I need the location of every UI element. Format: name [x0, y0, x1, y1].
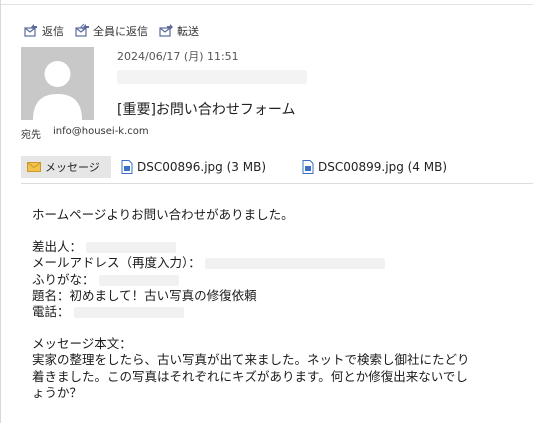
sender-field-label: 差出人： — [32, 239, 83, 255]
email-field: メールアドレス（再度入力）： — [32, 255, 527, 271]
email-reading-pane: 返信 全員に返信 転送 2024/06/17 (月) 11:51 [重要]お問い… — [0, 0, 533, 423]
body-intro: ホームページよりお問い合わせがありました。 — [32, 207, 294, 222]
reply-all-icon — [75, 23, 89, 37]
message-subject: [重要]お問い合わせフォーム — [117, 102, 296, 118]
furigana-field: ふりがな： — [32, 272, 527, 288]
redacted-value — [86, 242, 176, 254]
reply-all-label: 全員に返信 — [93, 25, 148, 38]
reply-icon — [24, 24, 37, 37]
redacted-value — [204, 258, 385, 270]
title-field: 題名：初めまして！古い写真の修復依頼 — [32, 287, 257, 303]
email-field-label: メールアドレス（再度入力）： — [32, 255, 201, 271]
reply-label: 返信 — [42, 25, 64, 38]
image-file-icon — [302, 160, 314, 174]
image-file-icon — [121, 160, 133, 174]
message-text-line: ょうか？ — [32, 384, 83, 400]
attachment-item[interactable]: DSC00896.jpg (3 MB) — [121, 160, 266, 174]
phone-field: 電話： — [32, 304, 527, 320]
attachment-divider — [21, 183, 533, 184]
top-divider — [1, 4, 533, 5]
sender-avatar — [21, 47, 94, 120]
message-text-line: 実家の整理をしたら、古い写真が出て来ました。ネットで検索し御社にたどり — [32, 352, 470, 368]
attachment-bar: メッセージ DSC00896.jpg (3 MB) DSC00899.jpg (… — [21, 156, 447, 178]
redacted-value — [98, 274, 179, 286]
message-toolbar: 返信 全員に返信 転送 — [23, 23, 199, 39]
attachment-name: DSC00899.jpg (4 MB) — [318, 160, 448, 174]
redacted-value — [73, 307, 184, 319]
to-address[interactable]: info@housei-k.com — [53, 126, 149, 141]
message-text-line: 着きました。この写真はそれぞれにキズがあります。何とか修復出来ないでし — [32, 368, 468, 384]
message-label: メッセージ本文： — [32, 336, 132, 352]
attachment-name: DSC00896.jpg (3 MB) — [137, 160, 267, 174]
forward-label: 転送 — [177, 25, 199, 38]
message-tab-label: メッセージ — [45, 161, 100, 174]
sender-field: 差出人： — [32, 239, 527, 255]
furigana-field-label: ふりがな： — [32, 271, 95, 287]
person-icon — [21, 47, 94, 120]
reply-button[interactable]: 返信 — [23, 23, 64, 39]
sent-date: 2024/06/17 (月) 11:51 — [117, 50, 239, 63]
reply-all-button[interactable]: 全員に返信 — [74, 23, 148, 39]
message-tab[interactable]: メッセージ — [21, 156, 111, 178]
phone-field-label: 電話： — [32, 304, 70, 320]
envelope-icon — [27, 162, 41, 172]
recipient-row: 宛先 info@housei-k.com — [21, 126, 149, 141]
forward-icon — [159, 24, 173, 37]
sender-name-redacted — [117, 70, 307, 84]
to-label: 宛先 — [21, 130, 41, 141]
message-body: ホームページよりお問い合わせがありました。 差出人： メールアドレス（再度入力）… — [32, 207, 527, 401]
attachment-item[interactable]: DSC00899.jpg (4 MB) — [302, 160, 447, 174]
forward-button[interactable]: 転送 — [158, 23, 199, 39]
